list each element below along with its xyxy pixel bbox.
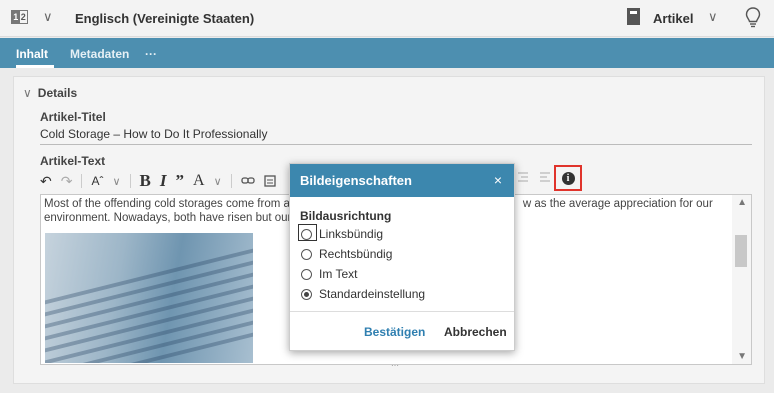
radio-inline[interactable]: Im Text [301,267,357,281]
tab-metadaten[interactable]: Metadaten [70,47,129,61]
font-size-chevron-icon[interactable]: ∨ [112,175,120,188]
tab-inhalt[interactable]: Inhalt [16,47,48,61]
text-color-icon[interactable]: A [193,172,205,190]
cancel-button[interactable]: Abbrechen [444,325,507,339]
editor-scrollbar[interactable]: ▲ ▼ [732,195,751,364]
link-icon[interactable] [240,175,255,187]
insert-image-icon[interactable] [263,175,276,187]
scroll-down-icon[interactable]: ▼ [737,351,747,362]
editor-resize-handle[interactable]: ⋯ [388,362,402,370]
article-title-field[interactable]: Cold Storage – How to Do It Professional… [40,127,752,145]
image-alignment-heading: Bildausrichtung [300,209,392,223]
scroll-up-icon[interactable]: ▲ [737,197,747,208]
outdent-icon[interactable] [517,171,529,183]
blockquote-icon[interactable]: ” [176,171,185,191]
article-text-label: Artikel-Text [40,154,106,168]
dialog-title: Bildeigenschaften [300,173,412,188]
toolbar-right-group [517,171,551,183]
radio-button[interactable] [301,268,312,280]
font-size-icon[interactable]: Aˆ [91,174,103,188]
dialog-divider [290,311,514,312]
indent-icon[interactable] [539,171,551,183]
document-type-selector[interactable]: Artikel [653,11,693,26]
toolbar-divider [230,174,232,188]
toolbar-divider [129,174,131,188]
radio-button-checked[interactable] [301,288,312,300]
image-properties-dialog: Bildeigenschaften × Bildausrichtung Link… [289,163,515,351]
text-color-chevron-icon[interactable]: ∨ [214,175,222,188]
lightbulb-icon[interactable] [745,6,761,30]
tab-more[interactable]: ··· [145,47,157,61]
language-chevron-down-icon[interactable]: ∨ [43,9,53,25]
redo-icon[interactable]: ↷ [61,173,73,190]
undo-icon[interactable]: ↶ [40,173,52,190]
close-icon[interactable]: × [494,172,502,188]
document-type-icon [627,8,640,25]
cold-storage-image[interactable] [45,233,253,363]
language-version-icon[interactable]: 1 2 [11,10,28,24]
top-bar: 1 2 ∨ Englisch (Vereinigte Staaten) Arti… [0,0,774,37]
language-selector[interactable]: Englisch (Vereinigte Staaten) [75,11,254,26]
toolbar-divider [81,174,83,188]
italic-icon[interactable]: I [160,171,167,191]
tab-bar: Inhalt Metadaten ··· [0,38,774,68]
info-icon: i [561,171,575,185]
radio-default[interactable]: Standardeinstellung [301,287,425,301]
bold-icon[interactable]: B [140,171,151,191]
radio-left-aligned[interactable]: Linksbündig [301,227,383,241]
dialog-header: Bildeigenschaften × [290,164,514,197]
document-type-chevron-down-icon[interactable]: ∨ [708,9,718,25]
active-tab-indicator [16,65,54,68]
editor-toolbar: ↶ ↷ Aˆ ∨ B I ” A ∨ [40,171,276,191]
details-section-header[interactable]: ∨ Details [23,86,77,100]
collapse-chevron-icon[interactable]: ∨ [23,86,32,100]
scrollbar-thumb[interactable] [735,235,747,267]
radio-button[interactable] [301,228,312,240]
article-title-label: Artikel-Titel [40,110,106,124]
confirm-button[interactable]: Bestätigen [364,325,425,339]
radio-right-aligned[interactable]: Rechtsbündig [301,247,392,261]
radio-button[interactable] [301,248,312,260]
image-properties-button[interactable]: i [554,165,582,191]
